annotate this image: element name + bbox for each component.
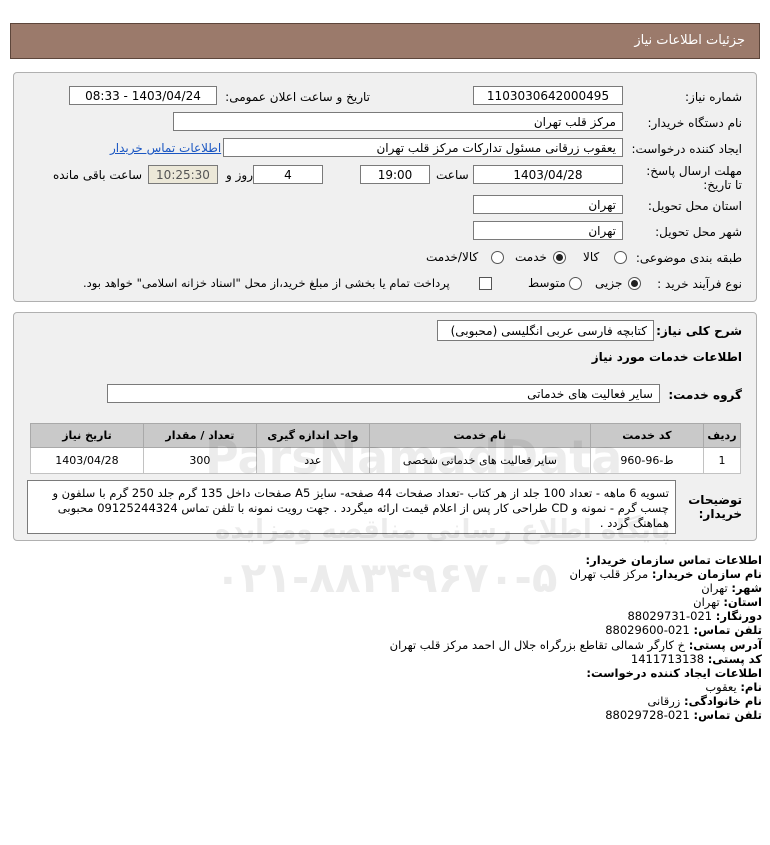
contact-block: اطلاعات تماس سازمان خریدار: نام سازمان خ… bbox=[390, 553, 762, 722]
col-quantity: تعداد / مقدار bbox=[142, 423, 257, 448]
creator-info-title: اطلاعات ایجاد کننده درخواست: bbox=[586, 665, 762, 680]
cell-service-code: ط-96-960 bbox=[589, 447, 704, 474]
buyer-contact-link[interactable]: اطلاعات تماس خریدار bbox=[110, 141, 221, 155]
buyer-notes: تسویه 6 ماهه - تعداد 100 جلد از هر کتاب … bbox=[27, 480, 676, 534]
cell-need-date: 1403/04/28 bbox=[30, 447, 144, 474]
buyer-org-label: نام دستگاه خریدار: bbox=[647, 116, 743, 130]
creator-first-line: نام: یعقوب bbox=[705, 679, 762, 694]
creator-label: ایجاد کننده درخواست: bbox=[631, 142, 742, 156]
page-header: جزئیات اطلاعات نیاز bbox=[10, 23, 760, 59]
category-radio-service[interactable] bbox=[553, 251, 566, 264]
treasury-note: پرداخت تمام یا بخشی از مبلغ خرید،از محل … bbox=[83, 276, 450, 290]
notes-label: توضیحات خریدار: bbox=[688, 493, 742, 521]
need-number-field: 1103030642000495 bbox=[473, 86, 623, 105]
need-number-label: شماره نیاز: bbox=[685, 90, 742, 104]
deadline-time-field: 19:00 bbox=[360, 165, 430, 184]
deadline-label: مهلت ارسال پاسخ: تا تاریخ: bbox=[646, 164, 742, 192]
announce-label: تاریخ و ساعت اعلان عمومی: bbox=[225, 90, 370, 104]
summary-field: کتابچه فارسی عربی انگلیسی (محبوبی) bbox=[437, 320, 654, 341]
process-radio-medium[interactable] bbox=[569, 277, 582, 290]
cell-row: 1 bbox=[702, 447, 742, 474]
contact-postal-line: کد پستی: 1411713138 bbox=[630, 651, 762, 666]
deadline-date-field: 1403/04/28 bbox=[473, 165, 623, 184]
buyer-org-field: مرکز قلب تهران bbox=[173, 112, 623, 131]
treasury-checkbox[interactable] bbox=[479, 277, 492, 290]
contact-phone-line: تلفن تماس: 021-88029600 bbox=[605, 623, 762, 638]
service-group-label: گروه خدمت: bbox=[668, 388, 742, 402]
remaining-label: ساعت باقی مانده bbox=[53, 168, 143, 182]
cell-quantity: 300 bbox=[142, 447, 257, 474]
process-radio-minor[interactable] bbox=[628, 277, 641, 290]
days-field: 4 bbox=[253, 165, 323, 184]
table-row: 1 ط-96-960 سایر فعالیت های خدماتی شخصی ع… bbox=[30, 447, 742, 474]
summary-label: شرح کلی نیاز: bbox=[656, 324, 742, 338]
category-option-service: خدمت bbox=[515, 250, 547, 264]
table-header-row: ردیف کد خدمت نام خدمت واحد اندازه گیری ت… bbox=[30, 423, 742, 448]
category-label: طبقه بندی موضوعی: bbox=[635, 251, 742, 265]
category-radio-goods[interactable] bbox=[614, 251, 627, 264]
col-need-date: تاریخ نیاز bbox=[30, 423, 144, 448]
province-label: استان محل تحویل: bbox=[647, 199, 742, 213]
city-field: تهران bbox=[473, 221, 623, 240]
col-service-name: نام خدمت bbox=[368, 423, 591, 448]
province-field: تهران bbox=[473, 195, 623, 214]
services-table: ردیف کد خدمت نام خدمت واحد اندازه گیری ت… bbox=[30, 423, 742, 474]
creator-phone-line: تلفن تماس: 021-88029728 bbox=[605, 708, 762, 723]
process-option-minor: جزیی bbox=[595, 276, 623, 290]
contact-province-line: استان: تهران bbox=[693, 595, 762, 610]
city-label: شهر محل تحویل: bbox=[655, 225, 742, 239]
creator-field: یعقوب زرقانی مسئول تدارکات مرکز قلب تهرا… bbox=[223, 138, 623, 157]
announce-field: 1403/04/24 - 08:33 bbox=[69, 86, 217, 105]
services-title: اطلاعات خدمات مورد نیاز bbox=[591, 350, 742, 364]
contact-org-line: نام سازمان خریدار: مرکز قلب تهران bbox=[569, 567, 762, 582]
contact-city-line: شهر: تهران bbox=[701, 581, 762, 596]
col-unit: واحد اندازه گیری bbox=[255, 423, 370, 448]
cell-service-name: سایر فعالیت های خدماتی شخصی bbox=[368, 447, 591, 474]
category-radio-goods-service[interactable] bbox=[491, 251, 504, 264]
contact-fax-line: دورنگار: 021-88029731 bbox=[627, 609, 762, 624]
service-group-field: سایر فعالیت های خدماتی bbox=[107, 384, 660, 403]
col-row: ردیف bbox=[702, 423, 742, 448]
cell-unit: عدد bbox=[255, 447, 370, 474]
process-label: نوع فرآیند خرید : bbox=[657, 277, 742, 291]
contact-address-line: آدرس پستی: خ کارگر شمالی تقاطع بزرگراه ج… bbox=[389, 637, 762, 652]
remaining-time-field: 10:25:30 bbox=[148, 165, 218, 184]
col-service-code: کد خدمت bbox=[589, 423, 704, 448]
category-option-goods-service: کالا/خدمت bbox=[426, 250, 479, 264]
days-label: روز و bbox=[226, 168, 253, 182]
deadline-time-label: ساعت bbox=[436, 168, 469, 182]
page-title: جزئیات اطلاعات نیاز bbox=[634, 33, 745, 48]
process-option-medium: متوسط bbox=[528, 276, 566, 290]
category-option-goods: کالا bbox=[583, 250, 600, 264]
contact-title: اطلاعات تماس سازمان خریدار: bbox=[585, 553, 762, 567]
creator-last-line: نام خانوادگی: زرقانی bbox=[647, 693, 762, 708]
